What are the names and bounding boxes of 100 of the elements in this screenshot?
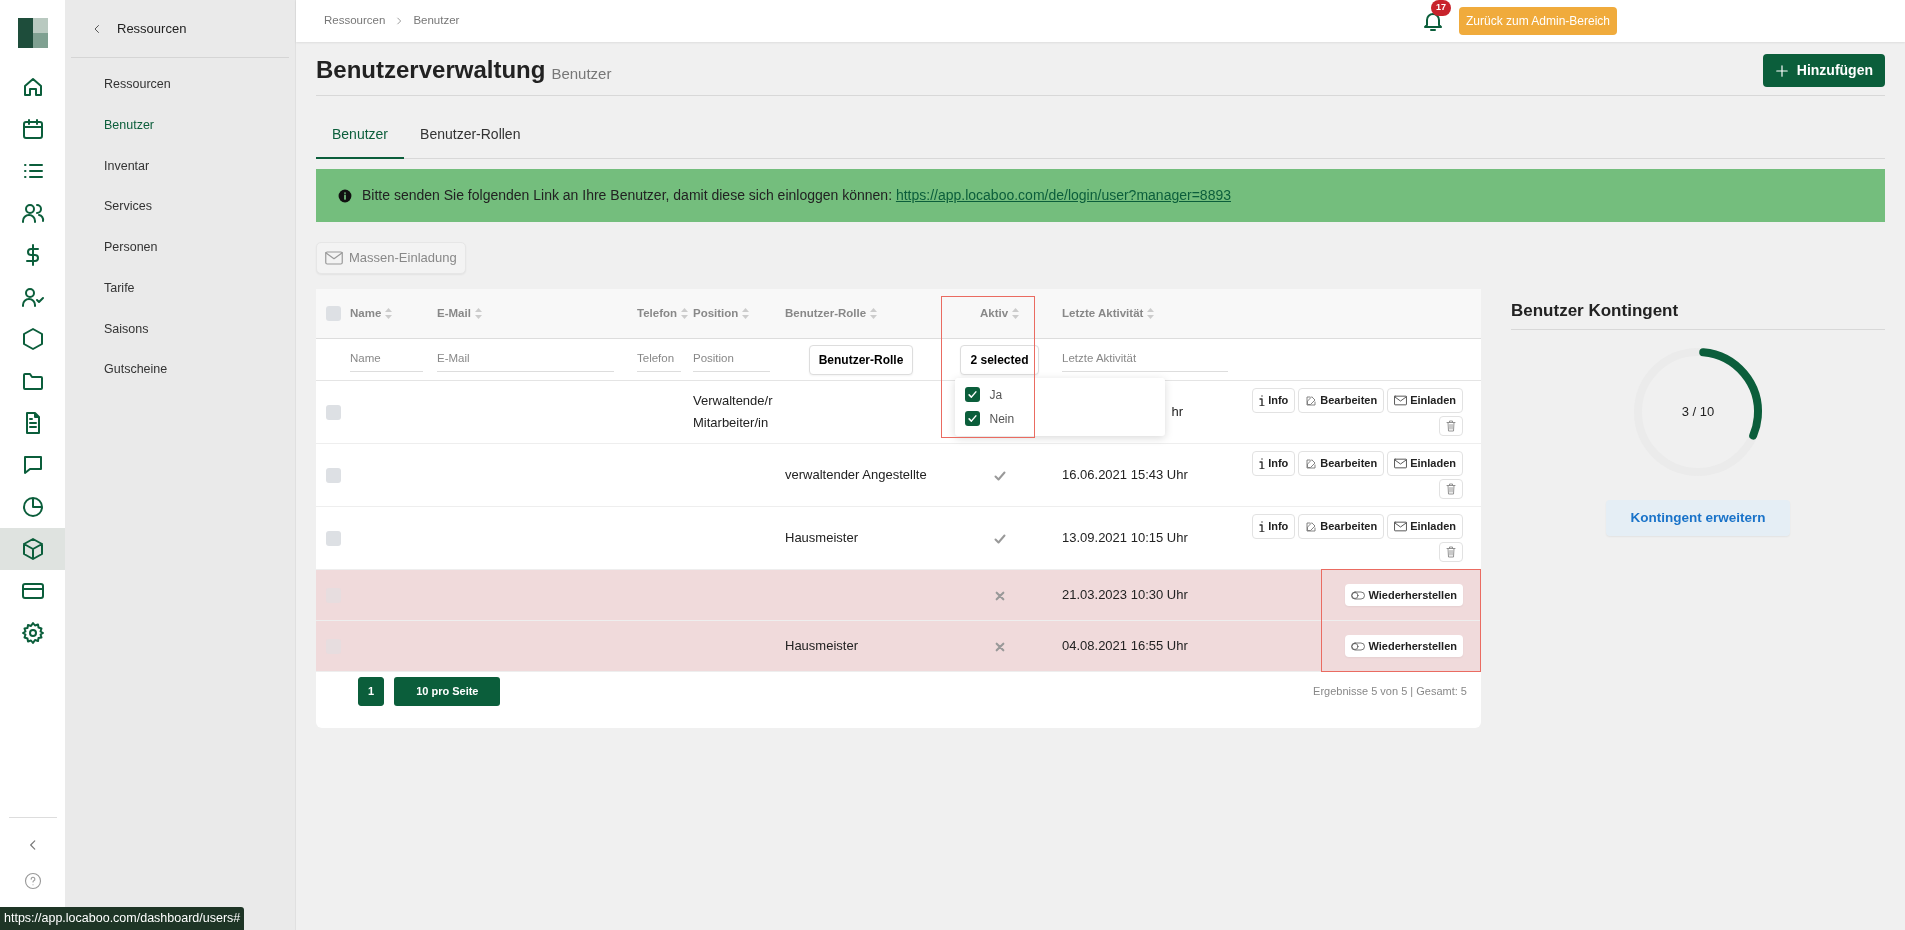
info-icon (1259, 395, 1266, 406)
info-button[interactable]: Info (1252, 388, 1296, 413)
tab[interactable]: Benutzer-Rollen (404, 114, 537, 159)
edit-icon (1305, 394, 1318, 407)
table-cell: Verwaltende/r Mitarbeiter/in (693, 392, 773, 430)
dropdown-option[interactable]: Nein (965, 406, 1156, 431)
filter-dropdown[interactable]: 2 selected (960, 344, 1039, 375)
table-cell: 04.08.2021 16:55 Uhr (1062, 638, 1188, 654)
help-icon (23, 872, 42, 890)
table-cell: verwaltender Angestellte (785, 467, 927, 483)
restore-button[interactable]: Wiederherstellen (1345, 583, 1463, 607)
subnav-item[interactable]: Ressourcen (71, 64, 289, 105)
mail-icon (1394, 395, 1408, 406)
filter-field[interactable]: Position (693, 347, 771, 372)
gauge-reading: 3 / 10 (1680, 402, 1716, 421)
filter-field[interactable]: Name (350, 347, 423, 372)
edit-icon (1305, 520, 1318, 533)
table-cell: Hausmeister (785, 530, 858, 546)
users-icon (20, 201, 45, 225)
option-label: Ja (989, 386, 1003, 404)
table-cell: 13.09.2021 10:15 Uhr (1062, 530, 1188, 546)
subnav-item[interactable]: Inventar (71, 145, 289, 187)
page-size-button[interactable]: 10 pro Seite (394, 677, 501, 706)
subnav-title: Ressourcen (117, 19, 187, 38)
breadcrumb-item: Benutzer (413, 13, 460, 29)
toggle-icon (1351, 641, 1366, 651)
dropdown-option[interactable]: Ja (965, 382, 1156, 407)
table-cell: hr (1171, 404, 1184, 420)
sort-icon (742, 307, 750, 319)
subnav-item[interactable]: Saisons (71, 308, 289, 350)
mail-icon (1394, 521, 1408, 532)
check-icon (968, 390, 978, 399)
nav-button[interactable] (0, 528, 65, 570)
checkbox[interactable] (326, 531, 341, 547)
invite-link[interactable]: https://app.locaboo.com/de/login/user?manager=8893 (895, 187, 1231, 203)
page-subtitle: Benutzer (551, 64, 612, 85)
check-icon (968, 414, 978, 423)
subnav-item[interactable]: Gutscheine (71, 349, 289, 390)
edit-button[interactable]: Bearbeiten (1298, 388, 1385, 413)
info-icon (338, 188, 352, 203)
restore-button[interactable]: Wiederherstellen (1345, 634, 1463, 658)
status-url-tooltip: https://app.locaboo.com/dashboard/users# (0, 907, 245, 930)
trash-icon (1446, 419, 1456, 432)
sort-icon (385, 307, 393, 319)
settings-icon (20, 621, 45, 645)
subnav-item[interactable]: Personen (71, 227, 289, 268)
expand-quota-button[interactable]: Kontingent erweitern (1606, 499, 1790, 537)
delete-button[interactable] (1439, 478, 1463, 499)
results-summary: Ergebnisse 5 von 5 | Gesamt: 5 (1313, 684, 1467, 699)
sort-icon (870, 307, 878, 319)
info-icon (1259, 458, 1266, 469)
edit-button[interactable]: Bearbeiten (1298, 514, 1385, 539)
table-cell: Hausmeister (785, 638, 858, 654)
subnav-item[interactable]: Benutzer (71, 104, 289, 146)
checkbox[interactable] (965, 387, 981, 402)
delete-button[interactable] (1439, 415, 1463, 436)
sort-icon (1012, 307, 1020, 319)
hexagon-icon (20, 327, 45, 351)
filter-dropdown[interactable]: Benutzer-Rolle (808, 344, 914, 375)
invite-button[interactable]: Einladen (1387, 514, 1463, 539)
mail-icon (325, 250, 343, 265)
info-button[interactable]: Info (1252, 514, 1296, 539)
trash-icon (1446, 482, 1456, 495)
page-title: Benutzerverwaltung (316, 56, 546, 85)
filter-field[interactable]: Letzte Aktivität (1062, 347, 1228, 372)
invite-button[interactable]: Einladen (1387, 388, 1463, 413)
calendar-icon (20, 117, 45, 141)
banner-text: Bitte senden Sie folgenden Link an Ihre Benutzer, damit diese sich einloggen können: https://app.locaboo.com/de/login/user?manager=8893 (362, 186, 1231, 205)
trash-icon (1446, 545, 1456, 558)
plus-icon (1774, 63, 1789, 78)
user-check-icon (20, 285, 45, 309)
notification-count: 17 (1430, 0, 1451, 16)
table-cell: 16.06.2021 15:43 Uhr (1062, 467, 1188, 483)
add-button[interactable]: Hinzufügen (1762, 54, 1885, 87)
tab[interactable]: Benutzer (316, 114, 405, 159)
subnav-item[interactable]: Tarife (71, 267, 289, 309)
breadcrumb-item[interactable]: Ressourcen (324, 12, 386, 30)
sort-icon (1147, 307, 1155, 319)
checkbox[interactable] (326, 306, 341, 322)
toggle-icon (1351, 590, 1366, 600)
checkbox[interactable] (326, 468, 341, 484)
panel-title: Benutzer Kontingent (1511, 300, 1885, 330)
sort-icon (474, 307, 482, 319)
checkbox[interactable] (326, 405, 341, 421)
subnav-item[interactable]: Services (71, 186, 289, 227)
edit-icon (1305, 457, 1318, 470)
option-label: Nein (989, 410, 1015, 428)
filter-field[interactable]: E-Mail (437, 347, 614, 372)
edit-button[interactable]: Bearbeiten (1298, 451, 1385, 476)
info-icon (1259, 521, 1266, 532)
table-cell: 21.03.2023 10:30 Uhr (1062, 587, 1188, 603)
info-button[interactable]: Info (1252, 451, 1296, 476)
cube-icon (20, 537, 45, 561)
mail-icon (1394, 458, 1408, 469)
pie-chart-icon (20, 495, 45, 519)
filter-field[interactable]: Telefon (637, 347, 682, 372)
checkbox[interactable] (965, 411, 981, 426)
invite-button[interactable]: Einladen (1387, 451, 1463, 476)
page-button[interactable]: 1 (358, 677, 385, 706)
delete-button[interactable] (1439, 541, 1463, 562)
